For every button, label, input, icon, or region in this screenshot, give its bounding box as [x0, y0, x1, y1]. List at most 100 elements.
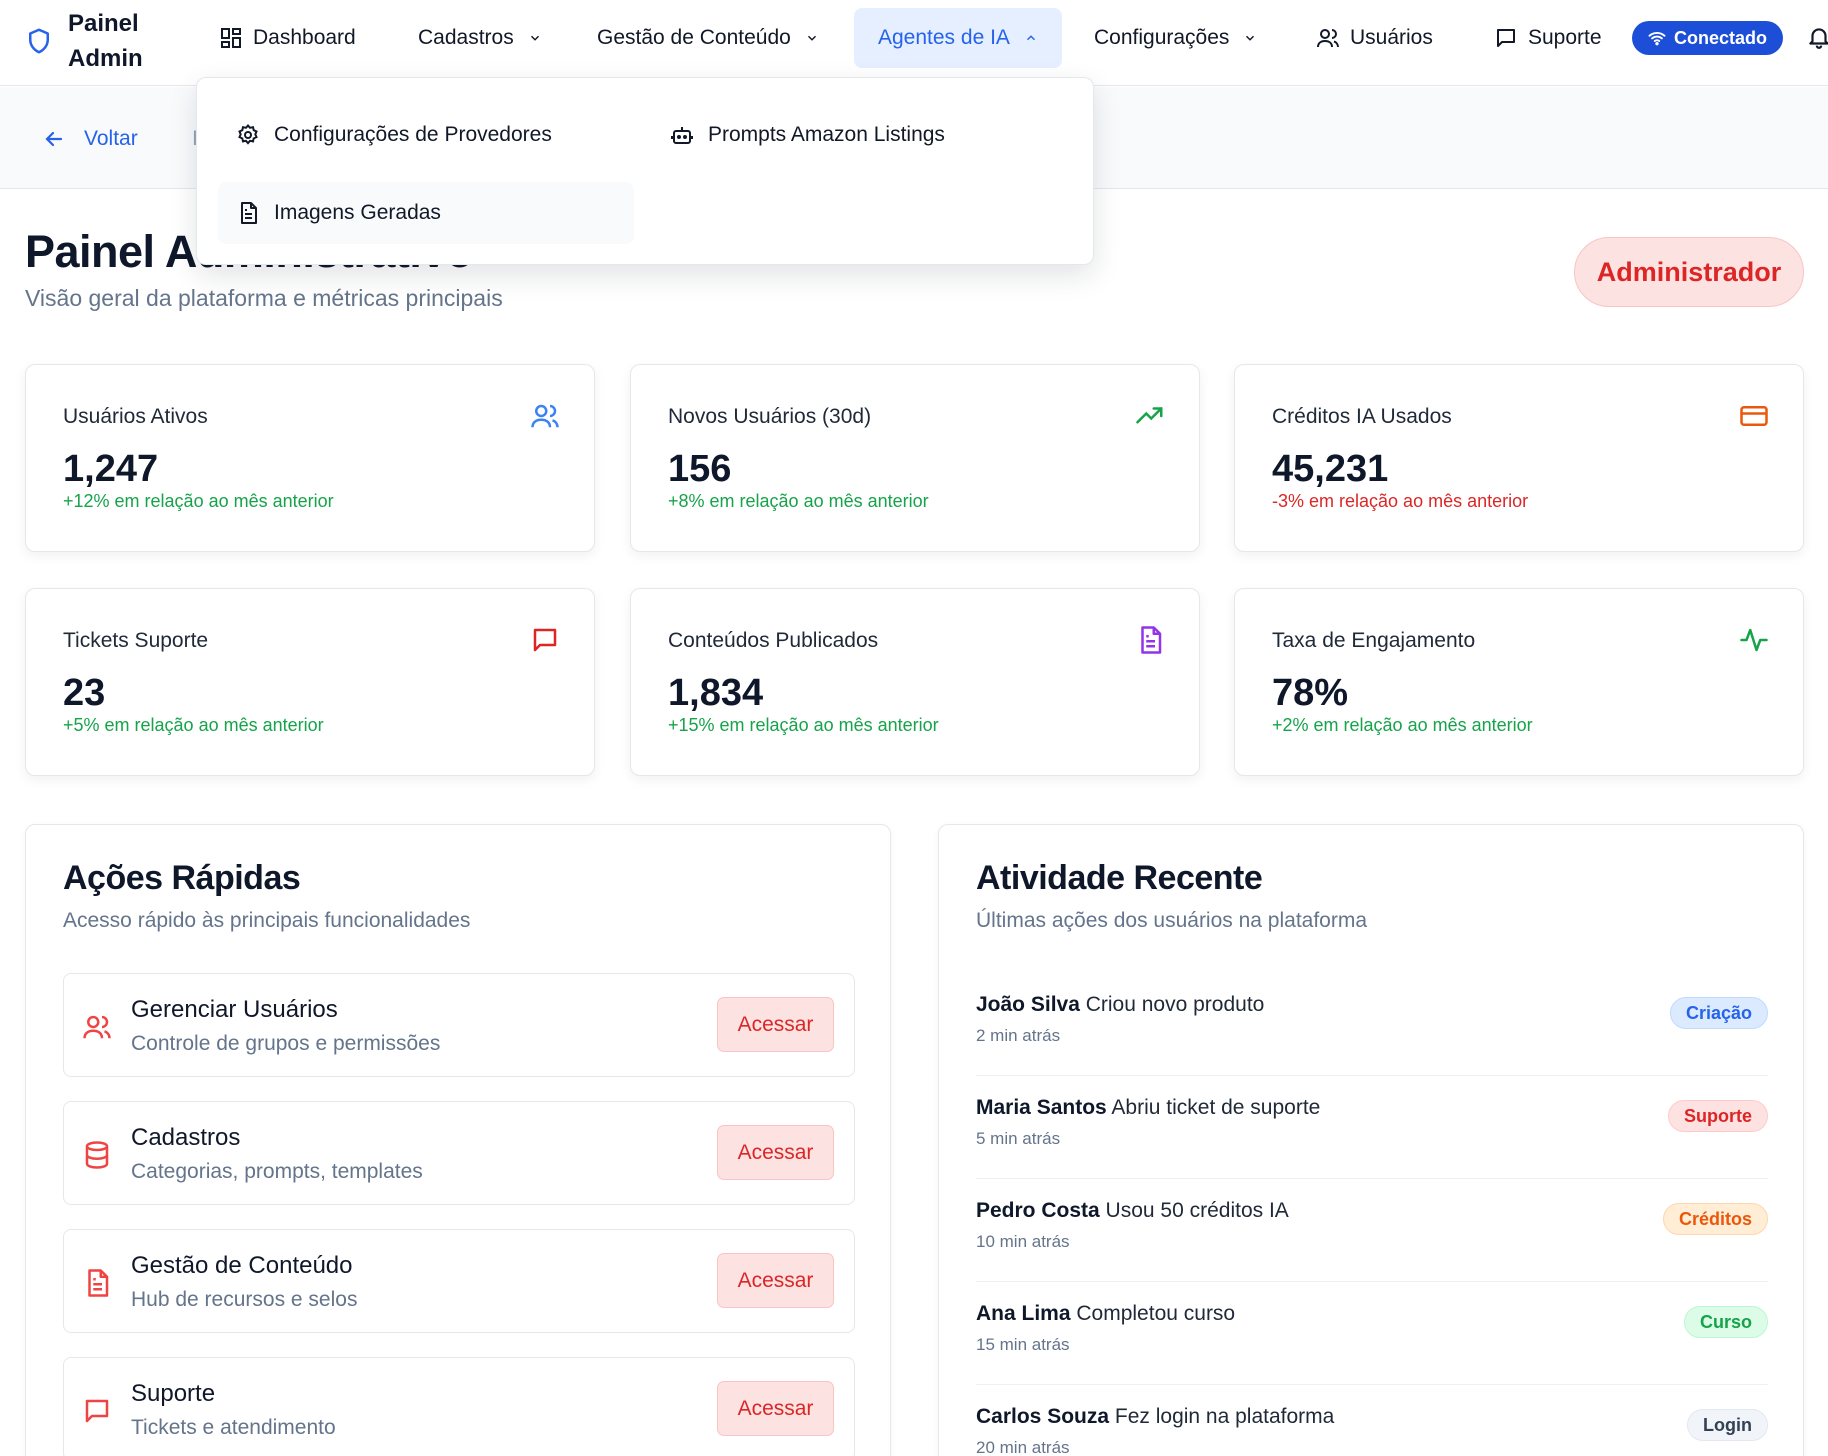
stat-value: 1,834: [668, 672, 764, 714]
message-icon: [85, 1399, 109, 1423]
menu-item-configuracoes-provedores[interactable]: Configurações de Provedores: [218, 104, 570, 166]
users-icon: [83, 1015, 111, 1039]
stat-change: -3% em relação ao mês anterior: [1272, 491, 1529, 511]
stat-change: +8% em relação ao mês anterior: [668, 491, 929, 511]
file-icon: [1141, 626, 1162, 654]
wifi-icon: [1648, 31, 1666, 46]
connection-status-badge: Conectado: [1632, 21, 1784, 55]
trending-up-icon: [1136, 407, 1163, 424]
agentes-ia-dropdown: Configurações de Provedores Prompts Amaz…: [196, 77, 1094, 265]
activity-user: Carlos Souza: [976, 1405, 1110, 1428]
page-subtitle: Visão geral da plataforma e métricas pri…: [25, 285, 503, 311]
database-icon: [85, 1141, 109, 1169]
recent-activity-title: Atividade Recente: [976, 859, 1263, 897]
chevron-down-icon: [807, 35, 816, 41]
activity-tag: Login: [1687, 1409, 1768, 1441]
back-label: Voltar: [84, 127, 138, 150]
quick-action-desc: Tickets e atendimento: [131, 1416, 336, 1439]
nav-dashboard[interactable]: Dashboard: [205, 8, 370, 68]
activity-user: Ana Lima: [976, 1302, 1071, 1325]
nav-gestao-conteudo[interactable]: Gestão de Conteúdo: [583, 8, 833, 68]
activity-tag: Curso: [1683, 1306, 1768, 1338]
stat-change: +2% em relação ao mês anterior: [1272, 715, 1533, 735]
acessar-button[interactable]: Acessar: [717, 997, 834, 1052]
menu-item-label: Prompts Amazon Listings: [708, 123, 945, 146]
stat-change: +5% em relação ao mês anterior: [63, 715, 324, 735]
nav-usuarios[interactable]: Usuários: [1302, 8, 1447, 68]
quick-action-title: Suporte: [131, 1380, 216, 1407]
users-icon: [1317, 29, 1339, 48]
chevron-down-icon: [530, 35, 539, 41]
quick-actions-panel: Ações Rápidas Acesso rápido às principai…: [25, 824, 891, 1456]
stat-label: Novos Usuários (30d): [668, 405, 872, 428]
recent-activity-panel: Atividade Recente Últimas ações dos usuá…: [938, 824, 1804, 1456]
arrow-left-icon: [45, 131, 63, 147]
activity-time: 2 min atrás: [976, 1026, 1061, 1045]
stat-card-creditos-ia: Créditos IA Usados 45,231 -3% em relação…: [1234, 364, 1804, 552]
activity-user: João Silva: [976, 993, 1080, 1016]
acessar-button[interactable]: Acessar: [717, 1125, 834, 1180]
activity-tag: Créditos: [1662, 1203, 1768, 1235]
quick-action-gerenciar-usuarios: Gerenciar Usuários Controle de grupos e …: [63, 973, 855, 1077]
menu-item-prompts-amazon[interactable]: Prompts Amazon Listings: [652, 104, 963, 166]
quick-action-title: Gerenciar Usuários: [131, 996, 338, 1023]
activity-action: Criou novo produto: [1085, 993, 1265, 1016]
quick-action-desc: Categorias, prompts, templates: [131, 1160, 423, 1183]
shield-icon: [29, 28, 49, 54]
nav-configuracoes[interactable]: Configurações: [1080, 8, 1271, 68]
stat-value: 78%: [1272, 672, 1349, 714]
quick-action-cadastros: Cadastros Categorias, prompts, templates…: [63, 1101, 855, 1205]
stat-label: Usuários Ativos: [63, 405, 208, 428]
gear-icon: [238, 123, 258, 145]
back-button[interactable]: Voltar: [42, 127, 138, 151]
nav-gestao-label: Gestão de Conteúdo: [597, 26, 791, 49]
nav-suporte[interactable]: Suporte: [1480, 8, 1616, 68]
bell-icon[interactable]: [1806, 24, 1828, 50]
activity-time: 10 min atrás: [976, 1232, 1070, 1251]
quick-action-desc: Hub de recursos e selos: [131, 1288, 358, 1311]
quick-action-desc: Controle de grupos e permissões: [131, 1032, 441, 1055]
activity-action: Abriu ticket de suporte: [1111, 1096, 1321, 1119]
stat-value: 1,247: [63, 448, 159, 490]
stat-value: 23: [63, 672, 106, 714]
stat-label: Taxa de Engajamento: [1272, 629, 1476, 652]
stat-label: Créditos IA Usados: [1272, 405, 1452, 428]
activity-item: Carlos Souza Fez login na plataforma 20 …: [976, 1385, 1768, 1456]
activity-action: Completou curso: [1076, 1302, 1236, 1325]
brand-title: Painel Admin: [68, 10, 143, 72]
nav-cadastros-label: Cadastros: [418, 26, 514, 49]
menu-item-imagens-geradas[interactable]: Imagens Geradas: [218, 182, 634, 244]
brand[interactable]: Painel Admin: [24, 6, 158, 76]
activity-time: 20 min atrás: [976, 1438, 1070, 1456]
acessar-button[interactable]: Acessar: [717, 1253, 834, 1308]
quick-action-suporte: Suporte Tickets e atendimento Acessar: [63, 1357, 855, 1456]
quick-action-gestao-conteudo: Gestão de Conteúdo Hub de recursos e sel…: [63, 1229, 855, 1333]
activity-item: João Silva Criou novo produto 2 min atrá…: [976, 973, 1768, 1076]
activity-line: Ana Lima Completou curso: [976, 1302, 1235, 1326]
activity-item: Ana Lima Completou curso 15 min atrás Cu…: [976, 1282, 1768, 1385]
activity-item: Pedro Costa Usou 50 créditos IA 10 min a…: [976, 1179, 1768, 1282]
credit-card-icon: [1740, 406, 1768, 426]
nav-cadastros[interactable]: Cadastros: [404, 8, 556, 68]
activity-tag: Criação: [1669, 997, 1768, 1029]
stat-label: Tickets Suporte: [63, 629, 209, 652]
activity-line: Pedro Costa Usou 50 créditos IA: [976, 1199, 1289, 1223]
nav-usuarios-label: Usuários: [1350, 26, 1433, 49]
stat-card-taxa-engajamento: Taxa de Engajamento 78% +2% em relação a…: [1234, 588, 1804, 776]
stat-change: +15% em relação ao mês anterior: [668, 715, 939, 735]
message-icon: [1497, 29, 1515, 47]
dashboard-icon: [221, 28, 241, 48]
activity-action: Usou 50 créditos IA: [1105, 1199, 1289, 1222]
message-icon: [533, 628, 557, 652]
stat-card-tickets-suporte: Tickets Suporte 23 +5% em relação ao mês…: [25, 588, 595, 776]
quick-action-title: Gestão de Conteúdo: [131, 1252, 353, 1279]
stat-label: Conteúdos Publicados: [668, 629, 879, 652]
quick-actions-title: Ações Rápidas: [63, 859, 301, 897]
acessar-button[interactable]: Acessar: [717, 1381, 834, 1436]
stat-card-usuarios-ativos: Usuários Ativos 1,247 +12% em relação ao…: [25, 364, 595, 552]
nav-configuracoes-label: Configurações: [1094, 26, 1230, 49]
activity-user: Pedro Costa: [976, 1199, 1100, 1222]
nav-agentes-ia[interactable]: Agentes de IA: [854, 8, 1062, 68]
activity-action: Fez login na plataforma: [1114, 1405, 1335, 1428]
activity-line: Carlos Souza Fez login na plataforma: [976, 1405, 1334, 1429]
